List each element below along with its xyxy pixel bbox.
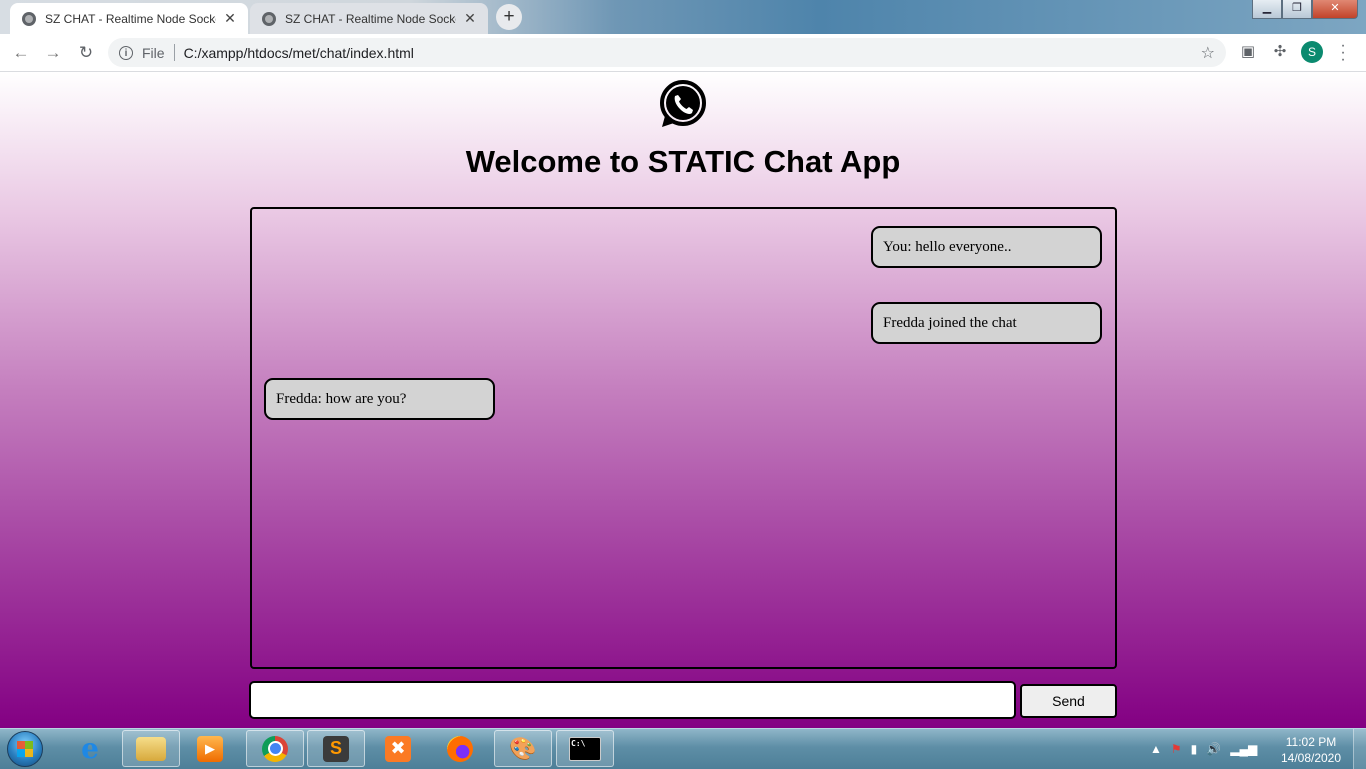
tab-title: SZ CHAT - Realtime Node Socket [285, 11, 456, 26]
browser-toolbar: ← → ↻ i File C:/xampp/htdocs/met/chat/in… [0, 34, 1366, 72]
message-bubble-outgoing: You: hello everyone.. [871, 226, 1102, 268]
network-signal-icon[interactable]: ▂▄▆ [1230, 742, 1257, 756]
restore-button[interactable]: ❐ [1282, 0, 1312, 19]
message-bubble-incoming: Fredda: how are you? [264, 378, 495, 420]
window-controls: ▁ ❐ ✕ [1252, 0, 1358, 19]
tab-inactive[interactable]: SZ CHAT - Realtime Node Socket ✕ [250, 3, 488, 34]
show-desktop-button[interactable] [1353, 729, 1366, 769]
whatsapp-icon [660, 80, 706, 127]
info-icon[interactable]: i [119, 45, 133, 60]
back-arrow-icon[interactable]: ← [10, 42, 32, 64]
bookmark-star-icon[interactable]: ☆ [1201, 43, 1215, 63]
scheme-label: File [142, 44, 165, 61]
close-window-button[interactable]: ✕ [1312, 0, 1358, 19]
firefox-icon[interactable] [440, 730, 480, 767]
forward-arrow-icon[interactable]: → [42, 42, 64, 64]
close-tab-icon[interactable]: ✕ [462, 10, 478, 27]
paint-icon[interactable]: 🎨 [494, 730, 552, 767]
tray-expand-icon[interactable]: ▲ [1150, 742, 1162, 756]
taskbar-clock[interactable]: 11:02 PM 14/08/2020 [1278, 734, 1344, 766]
chat-page: Welcome to STATIC Chat App You: hello ev… [0, 72, 1366, 728]
url-text[interactable]: C:/xampp/htdocs/met/chat/index.html [184, 45, 414, 61]
menu-dots-icon[interactable]: · · · [1338, 38, 1348, 68]
send-button[interactable]: Send [1020, 684, 1117, 718]
battery-icon[interactable]: ▮ [1191, 742, 1198, 756]
omnibox-divider [173, 44, 175, 61]
address-bar[interactable]: i File C:/xampp/htdocs/met/chat/index.ht… [108, 38, 1226, 67]
profile-avatar[interactable]: S [1301, 41, 1323, 63]
close-tab-icon[interactable]: ✕ [222, 10, 238, 27]
tab-active[interactable]: SZ CHAT - Realtime Node Socket ✕ [10, 3, 248, 34]
internet-explorer-icon[interactable]: e [70, 730, 110, 767]
command-prompt-icon[interactable]: C:\ [556, 730, 614, 767]
globe-icon [22, 11, 36, 26]
new-tab-button[interactable]: + [496, 4, 522, 30]
pdf-extension-icon[interactable]: ▣ [1238, 42, 1258, 62]
browser-tab-strip: SZ CHAT - Realtime Node Socket ✕ SZ CHAT… [0, 0, 1366, 34]
clock-time: 11:02 PM [1285, 735, 1337, 749]
message-bubble-system: Fredda joined the chat [871, 302, 1102, 344]
chrome-icon[interactable] [246, 730, 304, 767]
system-tray: ▲ ⚑ ▮ 🔊 ▂▄▆ [1150, 729, 1257, 769]
action-center-flag-icon[interactable]: ⚑ [1171, 742, 1182, 756]
chat-messages-container[interactable]: You: hello everyone.. Fredda joined the … [250, 207, 1117, 669]
start-button[interactable] [7, 731, 43, 767]
file-explorer-icon[interactable] [122, 730, 180, 767]
volume-icon[interactable]: 🔊 [1206, 742, 1221, 756]
extensions-puzzle-icon[interactable]: ✣ [1270, 42, 1290, 62]
xampp-icon[interactable]: ✖ [378, 730, 418, 767]
globe-icon [262, 11, 276, 26]
tab-title: SZ CHAT - Realtime Node Socket [45, 11, 216, 26]
reload-icon[interactable]: ↻ [75, 42, 97, 64]
windows-taskbar: e ▶ S ✖ 🎨 C:\ ▲ ⚑ ▮ 🔊 ▂▄▆ 11:02 PM 14/08… [0, 728, 1366, 769]
sublime-text-icon[interactable]: S [307, 730, 365, 767]
media-player-icon[interactable]: ▶ [190, 730, 230, 767]
page-title: Welcome to STATIC Chat App [465, 144, 901, 179]
clock-date: 14/08/2020 [1280, 751, 1342, 765]
minimize-button[interactable]: ▁ [1252, 0, 1282, 19]
message-input[interactable] [249, 681, 1016, 719]
